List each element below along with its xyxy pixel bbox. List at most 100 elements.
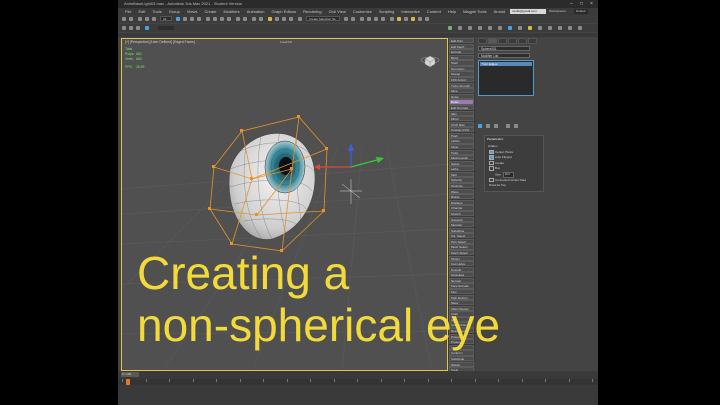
modifier-button[interactable]: Slice: [449, 88, 474, 94]
modifier-button[interactable]: Edit Poly: [449, 38, 474, 44]
menu-item[interactable]: Arnold: [494, 9, 506, 14]
modifier-button[interactable]: Morpher: [449, 222, 474, 228]
save-file-icon[interactable]: [136, 26, 140, 30]
tab-modify[interactable]: [488, 38, 497, 44]
spinner-snap-icon[interactable]: [289, 17, 293, 21]
modifier-button[interactable]: Ripple: [449, 194, 474, 200]
named-selection-dropdown[interactable]: Create Selection Se: [306, 16, 340, 21]
menu-item[interactable]: Create: [204, 9, 216, 14]
maximize-viewport-icon[interactable]: [578, 26, 582, 30]
display-panel-icon[interactable]: [488, 26, 492, 30]
new-scene-icon[interactable]: [122, 26, 126, 30]
redo-icon[interactable]: [129, 17, 133, 21]
modifier-button[interactable]: Vol. Select: [449, 233, 474, 239]
checkbox[interactable]: [489, 177, 494, 183]
select-manipulate-icon[interactable]: [252, 17, 256, 21]
modifier-button[interactable]: Optimize: [449, 183, 474, 189]
modifier-button[interactable]: Poly Select: [449, 238, 474, 244]
modifier-button[interactable]: Subdivide: [449, 355, 474, 362]
angle-snap-icon[interactable]: [275, 17, 279, 21]
modifier-button[interactable]: Symmetry: [449, 65, 474, 72]
menu-item[interactable]: Tools: [152, 9, 161, 14]
menu-item[interactable]: Civil View: [329, 9, 346, 14]
pan-view-icon[interactable]: [558, 26, 562, 30]
modifier-button[interactable]: Displace: [449, 199, 474, 205]
modifier-button[interactable]: Shell: [449, 60, 474, 66]
orbit-icon[interactable]: [568, 26, 572, 30]
motion-panel-icon[interactable]: [478, 26, 482, 30]
modifier-button[interactable]: Chamfer: [449, 205, 474, 211]
close-button[interactable]: ×: [590, 0, 593, 8]
render-setup-icon[interactable]: [397, 17, 401, 21]
menu-item[interactable]: Views: [187, 9, 198, 14]
rollout-title[interactable]: Parameters: [487, 137, 503, 141]
layer-explorer-icon[interactable]: [360, 17, 364, 21]
percent-snap-icon[interactable]: [282, 17, 286, 21]
placement-icon[interactable]: [227, 17, 231, 21]
checkbox[interactable]: [489, 166, 494, 171]
schematic-view-icon[interactable]: [381, 17, 385, 21]
rendered-frame-icon[interactable]: [404, 17, 408, 21]
modifier-button[interactable]: Unwrap UVW: [449, 127, 474, 133]
modifier-button[interactable]: Wave: [449, 188, 474, 194]
material-editor-icon[interactable]: [390, 17, 394, 21]
menu-item[interactable]: Graph Editors: [271, 9, 296, 14]
link-icon[interactable]: [138, 17, 142, 21]
unhide-icon[interactable]: [518, 26, 522, 30]
undo-icon[interactable]: [122, 17, 126, 21]
reference-coordinate-icon[interactable]: [236, 17, 240, 21]
selection-filter-dropdown[interactable]: All: [160, 16, 172, 21]
keyboard-shortcut-icon[interactable]: [259, 17, 263, 21]
object-name-field[interactable]: Sphere001: [478, 46, 530, 51]
modifier-button[interactable]: Skin: [449, 110, 474, 116]
stack-item[interactable]: Turn Edges: [480, 62, 532, 66]
menu-item[interactable]: Magpie Tools: [463, 9, 487, 14]
modifier-button[interactable]: Edit Normals: [449, 104, 474, 111]
tab-hierarchy[interactable]: [498, 38, 507, 44]
a360-gallery-icon[interactable]: [425, 17, 429, 21]
bind-spacewarp-icon[interactable]: [152, 17, 156, 21]
modifier-list-dropdown[interactable]: Modifier List: [478, 53, 530, 58]
move-icon[interactable]: [206, 17, 210, 21]
modifier-button[interactable]: Taper: [449, 143, 474, 150]
modifier-button[interactable]: Substitute: [449, 227, 474, 233]
param-line[interactable]: Create: [489, 160, 504, 166]
checkbox[interactable]: [489, 155, 494, 160]
align-icon[interactable]: [351, 17, 355, 21]
modifier-button[interactable]: Sweep: [449, 71, 474, 77]
modifier-button[interactable]: UVW Map: [449, 121, 474, 127]
menu-item[interactable]: Rendering: [303, 9, 321, 14]
viewport-label[interactable]: [+] [Perspective] [User Defined] [Edged …: [125, 40, 195, 44]
select-by-name-icon[interactable]: [183, 17, 187, 21]
checkbox[interactable]: [489, 149, 494, 155]
mirror-icon[interactable]: [344, 17, 348, 21]
modifier-button[interactable]: Relax: [449, 99, 474, 105]
modifier-button[interactable]: Melt: [449, 171, 474, 178]
open-file-icon[interactable]: [129, 26, 133, 30]
param-line[interactable]: Connected Vertex Data: [489, 177, 526, 183]
menu-item[interactable]: Content: [427, 9, 441, 14]
layer-dropdown[interactable]: [158, 26, 174, 30]
menu-item[interactable]: Group: [169, 9, 180, 14]
hide-selected-icon[interactable]: [508, 26, 512, 30]
menu-item[interactable]: Animation: [247, 9, 265, 14]
modifier-button[interactable]: Squeeze: [449, 216, 474, 222]
menu-item[interactable]: Interactive: [401, 9, 419, 14]
configure-sets-icon[interactable]: [514, 124, 518, 128]
window-crossing-icon[interactable]: [197, 17, 201, 21]
menu-item[interactable]: Scripting: [379, 9, 395, 14]
modify-panel-icon[interactable]: [458, 26, 462, 30]
modifier-button[interactable]: Turbo Smooth: [449, 82, 474, 88]
modifier-button[interactable]: Edit Mesh: [449, 43, 474, 49]
time-slider[interactable]: 0 / 100: [121, 372, 139, 377]
minimize-button[interactable]: –: [570, 0, 573, 8]
select-object-icon[interactable]: [176, 17, 180, 21]
modifier-button[interactable]: Select: [449, 160, 474, 166]
freeze-icon[interactable]: [528, 26, 532, 30]
modifier-button[interactable]: Lattice: [449, 138, 474, 144]
rotate-icon[interactable]: [213, 17, 217, 21]
checkbox[interactable]: [489, 160, 494, 166]
modifier-button[interactable]: Extrude: [449, 49, 474, 55]
snaps-toggle-icon[interactable]: [268, 17, 272, 21]
render-production-icon[interactable]: [411, 17, 415, 21]
